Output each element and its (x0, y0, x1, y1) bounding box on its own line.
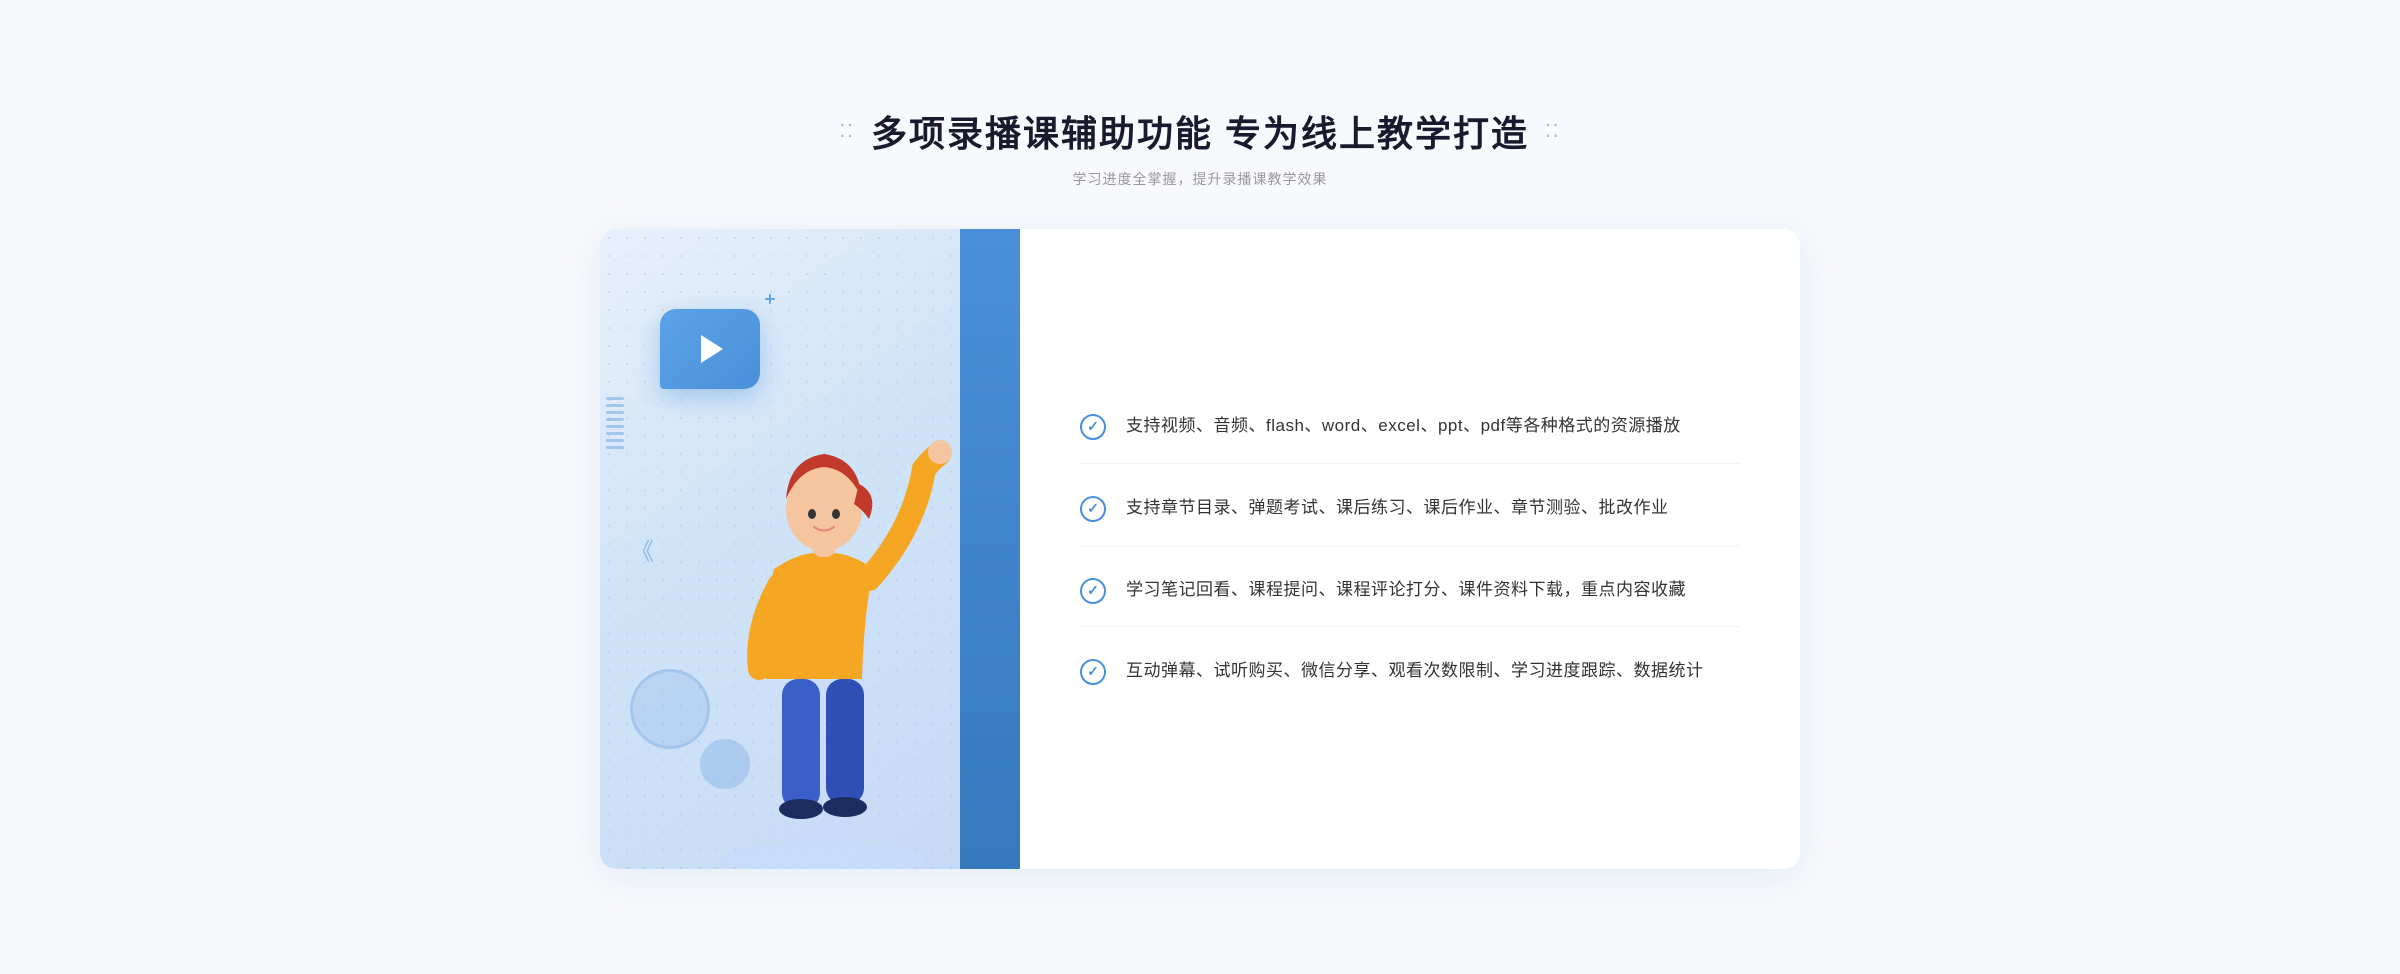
feature-item-2: ✓ 支持章节目录、弹题考试、课后练习、课后作业、章节测验、批改作业 (1080, 472, 1740, 546)
check-circle-3: ✓ (1080, 578, 1106, 604)
feature-item-1: ✓ 支持视频、音频、flash、word、excel、ppt、pdf等各种格式的… (1080, 390, 1740, 464)
page-subtitle: 学习进度全掌握，提升录播课教学效果 (600, 169, 1800, 189)
stripe-line-3 (606, 411, 624, 414)
check-mark-2: ✓ (1087, 500, 1099, 517)
feature-text-4: 互动弹幕、试听购买、微信分享、观看次数限制、学习进度跟踪、数据统计 (1126, 657, 1704, 686)
feature-text-2: 支持章节目录、弹题考试、课后练习、课后作业、章节测验、批改作业 (1126, 494, 1669, 523)
stripe-line-2 (606, 404, 624, 407)
stripe-line-1 (606, 397, 624, 400)
stripe-line-8 (606, 446, 624, 449)
title-dots-left: ⁚⁚ (840, 121, 855, 142)
blue-sidebar-bar (960, 229, 1020, 869)
stripe-line-5 (606, 425, 624, 428)
page-wrapper: » ⁚⁚ 多项录播课辅助功能 专为线上教学打造 ⁚⁚ 学习进度全掌握，提升录播课… (600, 105, 1800, 869)
header-section: ⁚⁚ 多项录播课辅助功能 专为线上教学打造 ⁚⁚ 学习进度全掌握，提升录播课教学… (600, 105, 1800, 189)
sparkle-decoration (765, 294, 775, 304)
play-triangle-icon (701, 335, 723, 363)
check-mark-1: ✓ (1087, 418, 1099, 435)
feature-text-1: 支持视频、音频、flash、word、excel、ppt、pdf等各种格式的资源… (1126, 412, 1681, 441)
content-area: 《 ✓ 支持视频、音频、flash、word、excel、ppt、pdf等各种格… (600, 229, 1800, 869)
title-dots-right: ⁚⁚ (1545, 121, 1560, 142)
feature-item-3: ✓ 学习笔记回看、课程提问、课程评论打分、课件资料下载，重点内容收藏 (1080, 554, 1740, 628)
stripe-line-7 (606, 439, 624, 442)
page-container: ⁚⁚ 多项录播课辅助功能 专为线上教学打造 ⁚⁚ 学习进度全掌握，提升录播课教学… (600, 105, 1800, 869)
features-panel: ✓ 支持视频、音频、flash、word、excel、ppt、pdf等各种格式的… (1020, 229, 1800, 869)
title-row: ⁚⁚ 多项录播课辅助功能 专为线上教学打造 ⁚⁚ (600, 105, 1800, 157)
feature-item-4: ✓ 互动弹幕、试听购买、微信分享、观看次数限制、学习进度跟踪、数据统计 (1080, 635, 1740, 708)
stripe-line-4 (606, 418, 624, 421)
check-circle-1: ✓ (1080, 414, 1106, 440)
illustration-panel: 《 (600, 229, 1020, 869)
check-mark-3: ✓ (1087, 582, 1099, 599)
check-mark-4: ✓ (1087, 663, 1099, 680)
stripe-line-6 (606, 432, 624, 435)
stripe-decoration (600, 389, 630, 509)
page-title: 多项录播课辅助功能 专为线上教学打造 (871, 105, 1529, 157)
check-circle-2: ✓ (1080, 496, 1106, 522)
feature-text-3: 学习笔记回看、课程提问、课程评论打分、课件资料下载，重点内容收藏 (1126, 576, 1686, 605)
check-circle-4: ✓ (1080, 659, 1106, 685)
chevron-left-decoration: 《 (630, 532, 654, 567)
person-illustration (684, 369, 964, 869)
